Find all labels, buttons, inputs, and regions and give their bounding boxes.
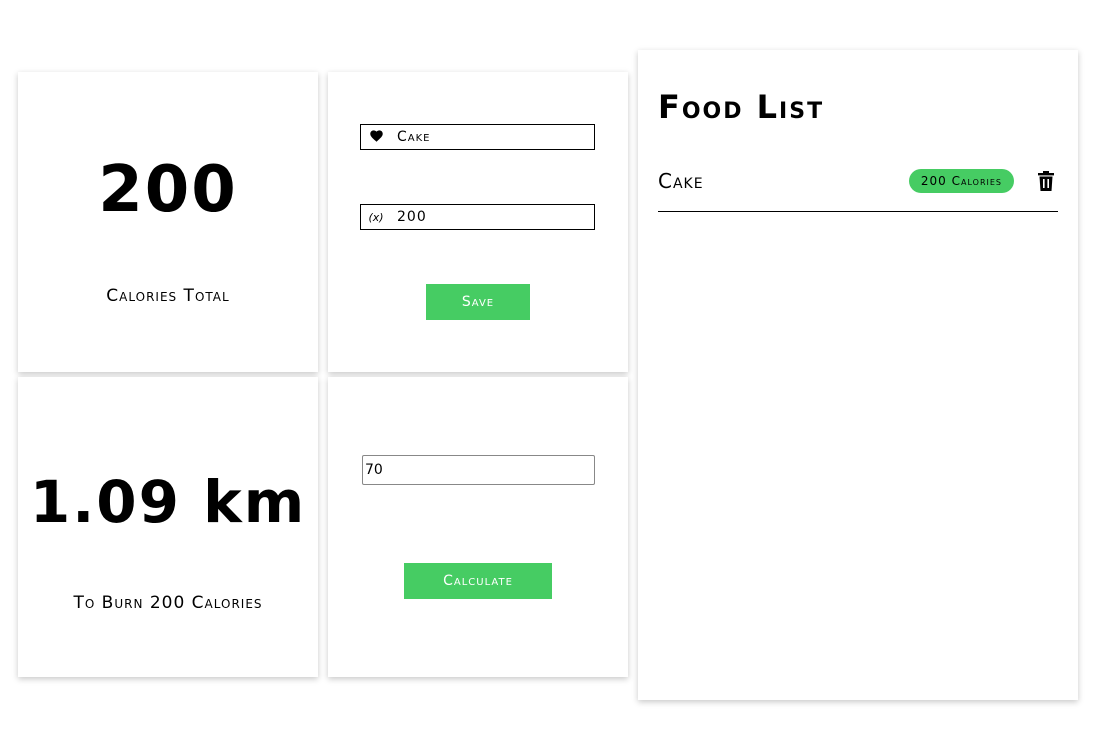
distance-label: To Burn 200 Calories [73,593,263,613]
total-calories-card: 200 Calories Total [18,72,318,372]
calculator-card: Calculate [328,377,628,677]
food-list-panel: Food List Cake 200 Calories [638,50,1078,700]
food-name-input[interactable] [391,129,592,145]
save-button[interactable]: Save [426,284,530,320]
total-calories-label: Calories Total [106,286,230,306]
add-food-card: (x) Save [328,72,628,372]
calories-field: (x) [360,204,595,230]
variable-icon: (x) [368,210,384,224]
calories-input[interactable] [391,209,592,225]
calories-badge: 200 Calories [908,168,1014,193]
weight-input[interactable] [362,455,595,485]
distance-card: 1.09 km To Burn 200 Calories [18,377,318,677]
food-list: Cake 200 Calories [658,160,1058,212]
food-list-title: Food List [658,88,825,126]
trash-icon[interactable] [1034,169,1058,193]
calculate-button[interactable]: Calculate [404,563,552,599]
food-name-field [360,124,595,150]
heart-icon [361,129,391,145]
list-item: Cake 200 Calories [658,160,1058,212]
food-item-name: Cake [658,168,704,193]
total-calories-value: 200 [98,153,238,227]
distance-value: 1.09 km [29,468,307,536]
